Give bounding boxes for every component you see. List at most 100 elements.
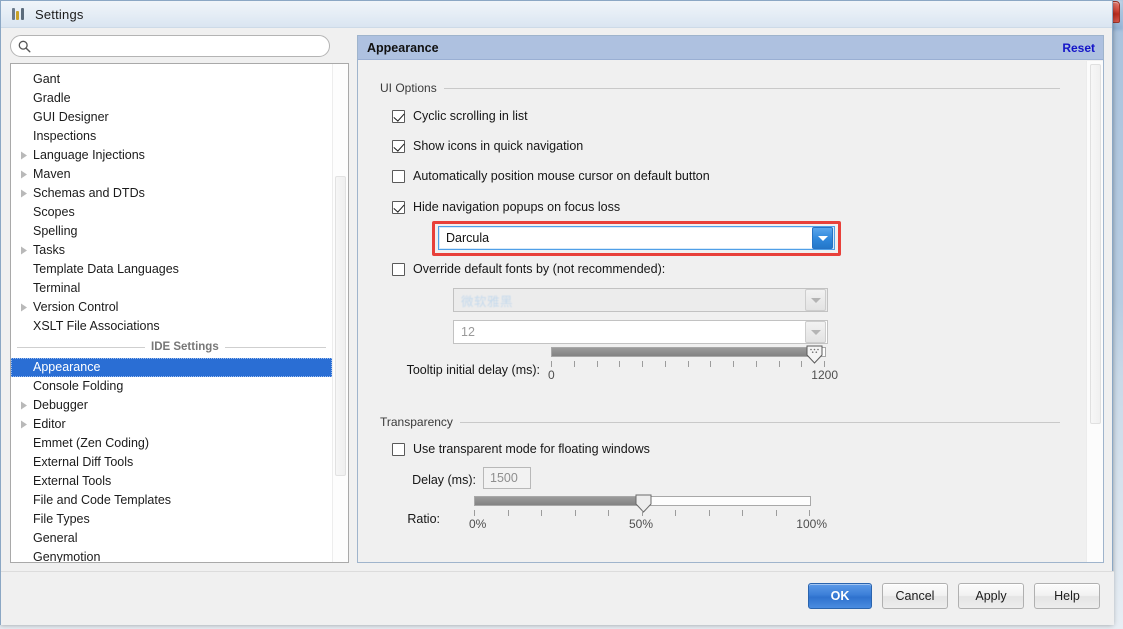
tree-item-gui-designer[interactable]: GUI Designer (11, 108, 332, 127)
slider-tick (597, 361, 598, 367)
checkbox-cyclic-scrolling[interactable]: Cyclic scrolling in list (392, 109, 528, 123)
checkbox-override-fonts[interactable]: Override default fonts by (not recommend… (392, 262, 665, 276)
tree-item-label: Inspections (33, 127, 96, 146)
tree-item-gant[interactable]: Gant (11, 70, 332, 89)
panel-scrollbar[interactable] (1086, 61, 1103, 562)
tree-item-emmet-zen-coding[interactable]: Emmet (Zen Coding) (11, 434, 332, 453)
cancel-button[interactable]: Cancel (882, 583, 948, 609)
slider-tick (575, 510, 576, 516)
slider-mid-label: 50% (629, 517, 653, 531)
checkbox-label: Override default fonts by (not recommend… (413, 262, 665, 276)
slider-tick (809, 510, 810, 516)
tree-item-inspections[interactable]: Inspections (11, 127, 332, 146)
ui-options-group-label: UI Options (380, 81, 1060, 95)
tree-scrollbar[interactable] (332, 64, 348, 562)
tree-item-appearance[interactable]: Appearance (11, 358, 332, 377)
settings-dialog: Settings GantGradleGUI DesignerInspectio… (0, 0, 1113, 625)
tree-item-schemas-and-dtds[interactable]: Schemas and DTDs (11, 184, 332, 203)
tree-item-file-types[interactable]: File Types (11, 510, 332, 529)
checkbox-box[interactable] (392, 201, 405, 214)
expand-arrow-icon[interactable] (15, 189, 33, 198)
slider-tick (776, 510, 777, 516)
tree-item-terminal[interactable]: Terminal (11, 279, 332, 298)
checkbox-hide-nav-popups[interactable]: Hide navigation popups on focus loss (392, 200, 620, 214)
tree-item-maven[interactable]: Maven (11, 165, 332, 184)
font-size-combobox: 12 (453, 320, 828, 344)
tree-item-label: External Tools (33, 472, 111, 491)
delay-input[interactable]: 1500 (483, 467, 531, 489)
tree-item-file-and-code-templates[interactable]: File and Code Templates (11, 491, 332, 510)
search-input[interactable] (36, 37, 316, 55)
checkbox-show-icons-quick-nav[interactable]: Show icons in quick navigation (392, 139, 583, 153)
dialog-buttons: OK Cancel Apply Help (808, 583, 1100, 609)
tree-item-label: External Diff Tools (33, 453, 133, 472)
tree-item-debugger[interactable]: Debugger (11, 396, 332, 415)
tree-item-version-control[interactable]: Version Control (11, 298, 332, 317)
tree-item-tasks[interactable]: Tasks (11, 241, 332, 260)
settings-tree-panel: GantGradleGUI DesignerInspectionsLanguag… (10, 63, 349, 563)
tooltip-delay-label: Tooltip initial delay (ms): (380, 363, 540, 377)
slider-tick (688, 361, 689, 367)
checkbox-box[interactable] (392, 140, 405, 153)
tree-item-label: General (33, 529, 77, 548)
checkbox-auto-position-cursor[interactable]: Automatically position mouse cursor on d… (392, 169, 710, 183)
reset-link[interactable]: Reset (1062, 41, 1095, 55)
apply-button[interactable]: Apply (958, 583, 1024, 609)
settings-tree: GantGradleGUI DesignerInspectionsLanguag… (11, 64, 332, 562)
tree-item-external-diff-tools[interactable]: External Diff Tools (11, 453, 332, 472)
slider-tick (824, 361, 825, 367)
tree-item-general[interactable]: General (11, 529, 332, 548)
tree-item-spelling[interactable]: Spelling (11, 222, 332, 241)
slider-tick (709, 510, 710, 516)
tree-item-scopes[interactable]: Scopes (11, 203, 332, 222)
tree-item-console-folding[interactable]: Console Folding (11, 377, 332, 396)
tree-item-label: Gant (33, 70, 60, 89)
slider-tick (551, 361, 552, 367)
tree-item-label: File and Code Templates (33, 491, 171, 510)
expand-arrow-icon[interactable] (15, 246, 33, 255)
panel-scrollbar-thumb[interactable] (1090, 64, 1101, 424)
expand-arrow-icon[interactable] (15, 401, 33, 410)
chevron-down-icon[interactable] (812, 227, 833, 249)
checkbox-label: Automatically position mouse cursor on d… (413, 169, 710, 183)
page-title: Appearance (367, 41, 439, 55)
slider-tick (474, 510, 475, 516)
checkbox-label: Show icons in quick navigation (413, 139, 583, 153)
expand-arrow-icon[interactable] (15, 420, 33, 429)
tree-scrollbar-thumb[interactable] (335, 176, 346, 476)
button-label: Apply (975, 589, 1006, 603)
theme-combobox[interactable]: Darcula (438, 226, 835, 250)
search-box[interactable] (10, 35, 330, 57)
transparency-ratio-slider[interactable]: 0% 50% 100% (474, 496, 811, 542)
checkbox-box[interactable] (392, 110, 405, 123)
checkbox-transparent-mode[interactable]: Use transparent mode for floating window… (392, 442, 650, 456)
slider-max-label: 100% (796, 517, 827, 531)
slider-tick (779, 361, 780, 367)
tree-item-language-injections[interactable]: Language Injections (11, 146, 332, 165)
expand-arrow-icon[interactable] (15, 151, 33, 160)
expand-arrow-icon[interactable] (15, 303, 33, 312)
slider-ticks (551, 361, 826, 368)
checkbox-box[interactable] (392, 170, 405, 183)
slider-tick (574, 361, 575, 367)
slider-tick (710, 361, 711, 367)
panel-body: UI Options Cyclic scrolling in list Show… (358, 61, 1103, 562)
tree-item-xslt-file-associations[interactable]: XSLT File Associations (11, 317, 332, 336)
tree-item-genymotion[interactable]: Genymotion (11, 548, 332, 563)
slider-tick (541, 510, 542, 516)
help-button[interactable]: Help (1034, 583, 1100, 609)
font-size-value: 12 (454, 325, 805, 339)
settings-navigation: GantGradleGUI DesignerInspectionsLanguag… (10, 35, 353, 563)
tree-item-gradle[interactable]: Gradle (11, 89, 332, 108)
checkbox-box[interactable] (392, 443, 405, 456)
expand-arrow-icon[interactable] (15, 170, 33, 179)
tree-item-external-tools[interactable]: External Tools (11, 472, 332, 491)
tree-item-label: Version Control (33, 298, 118, 317)
tree-item-editor[interactable]: Editor (11, 415, 332, 434)
tooltip-delay-slider[interactable]: 0 1200 (551, 347, 826, 393)
ok-button[interactable]: OK (808, 583, 872, 609)
tree-item-template-data-languages[interactable]: Template Data Languages (11, 260, 332, 279)
checkbox-box[interactable] (392, 263, 405, 276)
tree-item-label: File Types (33, 510, 90, 529)
font-name-value: 微软雅黑 (454, 291, 805, 310)
